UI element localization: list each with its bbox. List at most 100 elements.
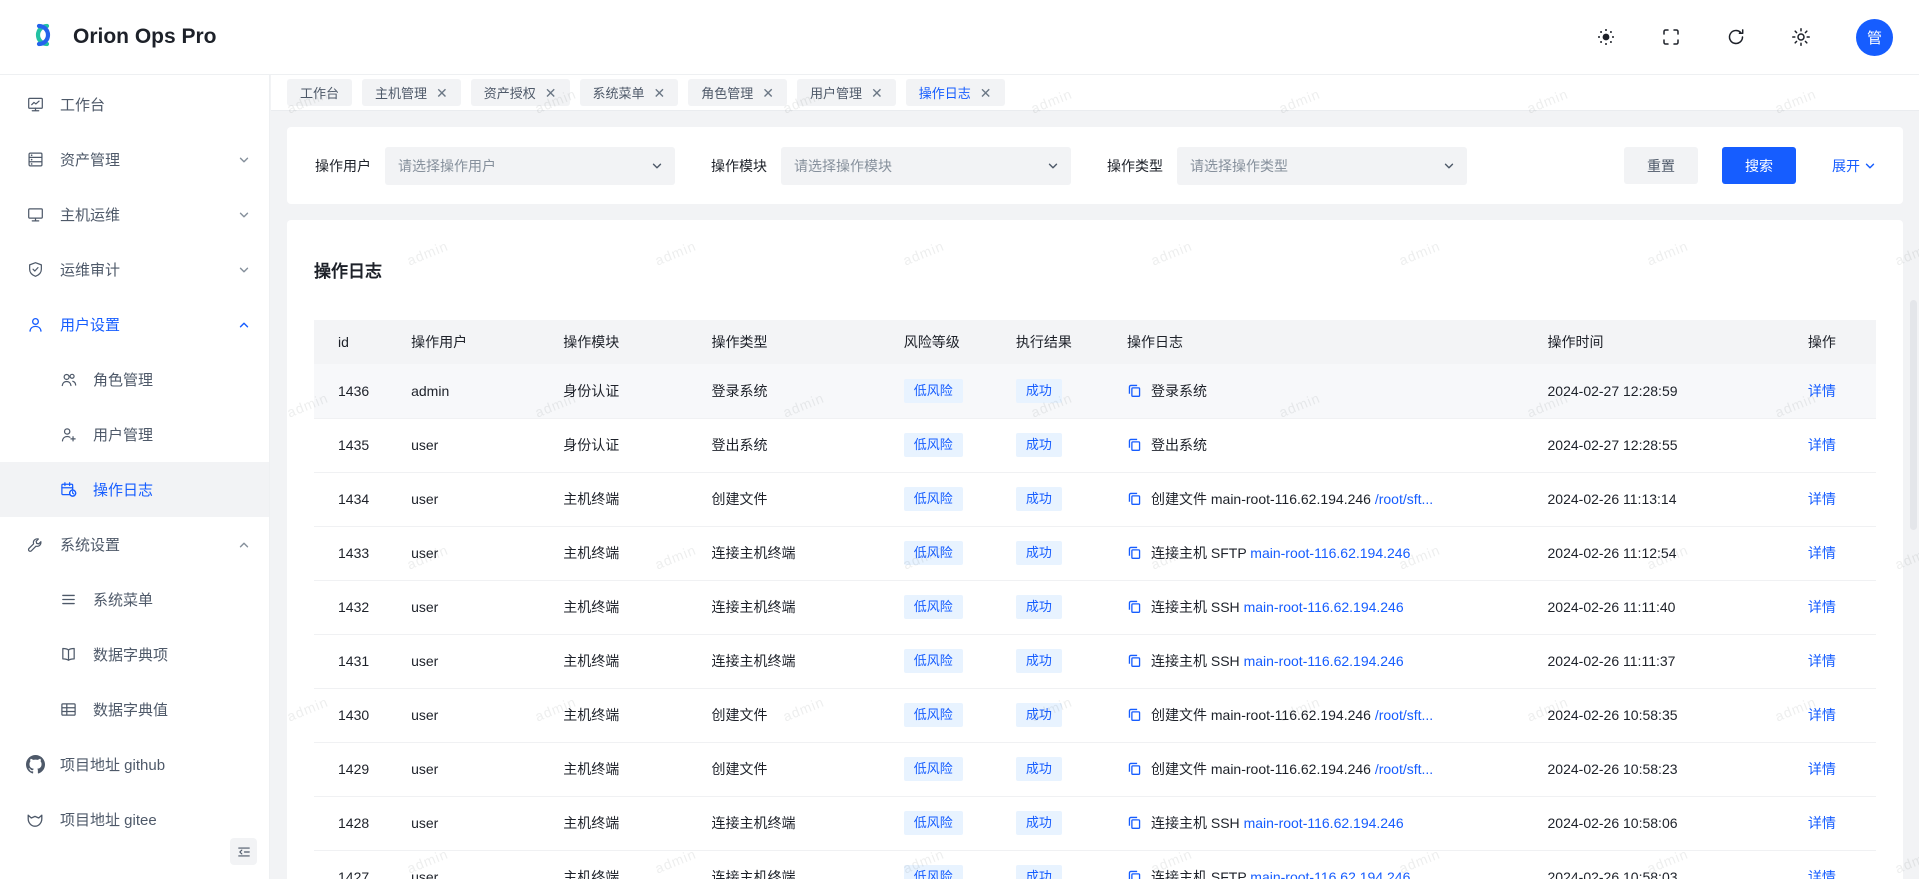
reset-button[interactable]: 重置: [1624, 147, 1698, 184]
cell-user: user: [395, 418, 547, 472]
brand-title: Orion Ops Pro: [73, 25, 217, 49]
column-header: 操作时间: [1532, 320, 1792, 364]
detail-link[interactable]: 详情: [1808, 491, 1836, 507]
tab-close-icon[interactable]: ✕: [762, 86, 774, 100]
gitee-icon: [25, 811, 45, 829]
copy-icon[interactable]: [1127, 383, 1142, 401]
panel-title: 操作日志: [314, 260, 1876, 284]
sidebar-item[interactable]: 项目地址 gitee: [0, 792, 269, 847]
detail-link[interactable]: 详情: [1808, 815, 1836, 831]
detail-link[interactable]: 详情: [1808, 545, 1836, 561]
filter-select[interactable]: 请选择操作用户: [385, 147, 675, 185]
sidebar-item[interactable]: 项目地址 github: [0, 737, 269, 792]
detail-link[interactable]: 详情: [1808, 653, 1836, 669]
result-badge: 成功: [1016, 595, 1062, 619]
fullscreen-icon[interactable]: [1661, 27, 1681, 47]
log-icon: [58, 481, 78, 498]
sidebar-item[interactable]: 操作日志: [0, 462, 269, 517]
sidebar-item[interactable]: 工作台: [0, 77, 269, 132]
cell-risk: 低风险: [888, 580, 1000, 634]
detail-link[interactable]: 详情: [1808, 383, 1836, 399]
cell-log: 连接主机 SSH main-root-116.62.194.246: [1111, 580, 1532, 634]
log-link[interactable]: /root/sft...: [1375, 707, 1433, 723]
copy-icon[interactable]: [1127, 869, 1142, 879]
filter-select[interactable]: 请选择操作类型: [1177, 147, 1467, 185]
detail-link[interactable]: 详情: [1808, 761, 1836, 777]
select-placeholder: 请选择操作模块: [794, 156, 1048, 176]
copy-icon[interactable]: [1127, 707, 1142, 725]
refresh-icon[interactable]: [1726, 27, 1746, 47]
theme-icon[interactable]: [1596, 27, 1616, 47]
log-text: 创建文件 main-root-116.62.194.246: [1151, 491, 1375, 507]
copy-icon[interactable]: [1127, 815, 1142, 833]
copy-icon[interactable]: [1127, 491, 1142, 509]
log-link[interactable]: main-root-116.62.194.246: [1244, 653, 1404, 669]
risk-badge: 低风险: [904, 433, 963, 457]
table-row: 1433user主机终端连接主机终端低风险成功连接主机 SFTP main-ro…: [314, 526, 1876, 580]
log-text: 连接主机 SFTP: [1151, 869, 1250, 879]
cell-risk: 低风险: [888, 688, 1000, 742]
sidebar-item[interactable]: 角色管理: [0, 352, 269, 407]
tab-item[interactable]: 工作台: [287, 79, 352, 106]
tab-close-icon[interactable]: ✕: [545, 86, 557, 100]
tab-close-icon[interactable]: ✕: [436, 86, 448, 100]
tab-close-icon[interactable]: ✕: [980, 86, 992, 100]
risk-badge: 低风险: [904, 379, 963, 403]
cell-user: user: [395, 580, 547, 634]
risk-badge: 低风险: [904, 487, 963, 511]
log-link[interactable]: main-root-116.62.194.246: [1250, 869, 1410, 879]
cell-action: 详情: [1792, 742, 1876, 796]
search-button[interactable]: 搜索: [1722, 147, 1796, 184]
tab-item[interactable]: 主机管理✕: [362, 79, 461, 106]
tab-close-icon[interactable]: ✕: [654, 86, 666, 100]
cell-action: 详情: [1792, 796, 1876, 850]
sidebar-collapse-button[interactable]: [230, 838, 257, 865]
sidebar-item[interactable]: 运维审计: [0, 242, 269, 297]
tab-item[interactable]: 操作日志✕: [906, 79, 1005, 106]
copy-icon[interactable]: [1127, 437, 1142, 455]
cell-id: 1432: [314, 580, 395, 634]
scrollbar[interactable]: [1910, 300, 1917, 530]
sidebar-item-label: 操作日志: [93, 479, 249, 500]
cell-type: 连接主机终端: [695, 796, 887, 850]
copy-icon[interactable]: [1127, 545, 1142, 563]
tab-item[interactable]: 系统菜单✕: [580, 79, 679, 106]
log-link[interactable]: main-root-116.62.194.246: [1244, 599, 1404, 615]
cell-result: 成功: [1000, 472, 1111, 526]
detail-link[interactable]: 详情: [1808, 707, 1836, 723]
log-link[interactable]: main-root-116.62.194.246: [1244, 815, 1404, 831]
sidebar-item[interactable]: 数据字典值: [0, 682, 269, 737]
copy-icon[interactable]: [1127, 761, 1142, 779]
sidebar-item[interactable]: 系统设置: [0, 517, 269, 572]
sidebar-item-label: 项目地址 github: [60, 754, 249, 775]
log-link[interactable]: main-root-116.62.194.246: [1250, 545, 1410, 561]
detail-link[interactable]: 详情: [1808, 437, 1836, 453]
sidebar-item[interactable]: 资产管理: [0, 132, 269, 187]
tab-item[interactable]: 用户管理✕: [797, 79, 896, 106]
sidebar-item[interactable]: 数据字典项: [0, 627, 269, 682]
cell-module: 主机终端: [547, 850, 695, 879]
filter-select[interactable]: 请选择操作模块: [781, 147, 1071, 185]
sidebar-item[interactable]: 用户设置: [0, 297, 269, 352]
tab-item[interactable]: 角色管理✕: [688, 79, 787, 106]
detail-link[interactable]: 详情: [1808, 599, 1836, 615]
dict-book-icon: [58, 646, 78, 663]
tab-item[interactable]: 资产授权✕: [471, 79, 570, 106]
expand-toggle[interactable]: 展开: [1832, 156, 1875, 176]
detail-link[interactable]: 详情: [1808, 869, 1836, 879]
log-link[interactable]: /root/sft...: [1375, 761, 1433, 777]
risk-badge: 低风险: [904, 595, 963, 619]
cell-risk: 低风险: [888, 742, 1000, 796]
copy-icon[interactable]: [1127, 599, 1142, 617]
sidebar-item[interactable]: 用户管理: [0, 407, 269, 462]
tab-close-icon[interactable]: ✕: [871, 86, 883, 100]
settings-gear-icon[interactable]: [1791, 27, 1811, 47]
cell-module: 主机终端: [547, 472, 695, 526]
sidebar-item[interactable]: 主机运维: [0, 187, 269, 242]
cell-log: 登录系统: [1111, 364, 1532, 418]
cell-type: 连接主机终端: [695, 580, 887, 634]
log-link[interactable]: /root/sft...: [1375, 491, 1433, 507]
avatar[interactable]: 管: [1856, 19, 1893, 56]
sidebar-item[interactable]: 系统菜单: [0, 572, 269, 627]
copy-icon[interactable]: [1127, 653, 1142, 671]
